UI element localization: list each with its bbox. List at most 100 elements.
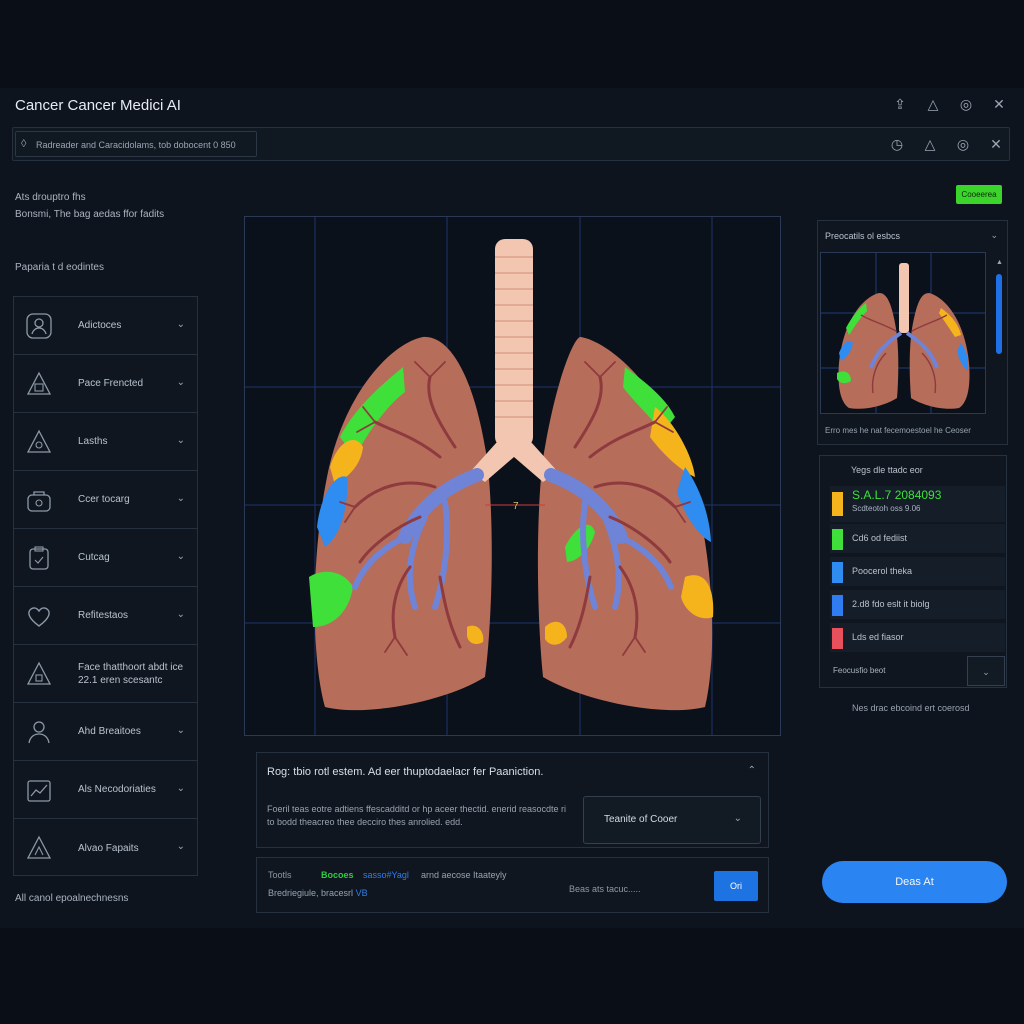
legend-swatch (832, 529, 843, 550)
sidebar-item-label: Alvao Fapaits (78, 842, 139, 854)
legend-swatch (832, 492, 843, 516)
close-icon[interactable]: ✕ (989, 137, 1003, 151)
primary-action-button[interactable]: Deas At (822, 861, 1007, 903)
clipboard-icon (29, 545, 49, 570)
legend-item[interactable]: S.A.L.7 2084093 Scdteotoh oss 9.06 (830, 486, 1005, 522)
toolbar: ◊ Radreader and Caracidolams, tob doboce… (12, 127, 1010, 161)
warning-icon (26, 429, 52, 453)
chevron-down-icon: ⌄ (176, 493, 185, 504)
legend-dropdown[interactable]: ⌄ (967, 656, 1005, 686)
sidebar-item-label: Pace Frencted (78, 378, 144, 389)
legend-footer: Feocusfio beot (833, 666, 886, 675)
warning-icon (26, 371, 52, 395)
image-icon[interactable]: △ (926, 97, 940, 111)
cancer-type-value: Teanite of Cooer (604, 814, 678, 825)
chevron-down-icon: ⌄ (176, 551, 185, 562)
chevron-down-icon: ⌄ (176, 783, 185, 794)
sidebar-item-2[interactable]: Lasths ⌄ (14, 413, 197, 471)
sidebar-item-5[interactable]: Refitestaos ⌄ (14, 587, 197, 645)
sidebar-item-3[interactable]: Ccer tocarg ⌄ (14, 471, 197, 529)
sidebar-item-6[interactable]: Face thatthoort abdt ice 22.1 eren scesan… (14, 645, 197, 703)
viewport-marker: 7 (513, 501, 519, 512)
scroll-up-icon[interactable]: ▲ (996, 259, 1003, 266)
sidebar-item-8[interactable]: Als Necodoriaties ⌄ (14, 761, 197, 819)
tools-status-green: Bocoes (321, 870, 354, 880)
intro-heading: Ats drouptro fhs (15, 192, 86, 203)
sidebar-item-label: Als Necodoriaties (78, 784, 156, 795)
toolbar-icons: ◷ △ ◎ ✕ (890, 137, 1003, 151)
status-badge: Cooeerea (956, 185, 1002, 204)
legend-item[interactable]: Poocerol theka (830, 557, 1005, 586)
sidebar-item-4[interactable]: Cutcag ⌄ (14, 529, 197, 587)
bag-icon (27, 490, 51, 512)
panel-description: Foeril teas eotre adtiens ffescadditd or… (267, 804, 567, 827)
chevron-down-icon: ⌄ (982, 667, 990, 677)
sidebar-item-0[interactable]: Adictoces ⌄ (14, 297, 197, 355)
person-icon (28, 720, 50, 743)
search-text: Radreader and Caracidolams, tob dobocent… (36, 140, 236, 150)
sidebar: Adictoces ⌄ Pace Frencted ⌄ Lasths ⌄ Cce… (13, 296, 198, 876)
tools-label: Tootls (268, 870, 292, 880)
cancer-type-select[interactable]: Teanite of Cooer ⌄ (583, 796, 761, 844)
sidebar-item-label: Ccer tocarg (78, 494, 130, 505)
legend-label: Lds ed fiasor (852, 632, 904, 642)
record-icon[interactable]: ◎ (956, 137, 970, 151)
chevron-down-icon: ⌄ (176, 841, 185, 852)
sidebar-item-7[interactable]: Ahd Breaitoes ⌄ (14, 703, 197, 761)
lung-thumbnail (821, 253, 985, 413)
drop-icon: ◊ (21, 138, 27, 150)
lung-model: 7 (245, 217, 780, 735)
chevron-down-icon: ⌄ (176, 609, 185, 620)
legend-swatch (832, 628, 843, 649)
legend-swatch (832, 562, 843, 583)
chevron-down-icon: ⌄ (176, 377, 185, 388)
legend-label: Poocerol theka (852, 566, 913, 576)
chevron-up-icon[interactable]: ⌃ (748, 765, 756, 776)
close-icon[interactable]: ✕ (992, 97, 1006, 111)
sidebar-footer: All canol epoalnechnesns (15, 893, 129, 904)
app-title: Cancer Cancer Medici AI (15, 97, 181, 114)
chevron-down-icon: ⌄ (176, 435, 185, 446)
legend-value: S.A.L.7 2084093 (852, 488, 942, 502)
sidebar-item-label: Ahd Breaitoes (78, 726, 141, 737)
tools-subtext: Bredriegiule, bracesrl VB (268, 888, 368, 898)
tools-input[interactable]: Beas ats tacuc..... (569, 884, 641, 894)
chevron-down-icon: ⌄ (176, 725, 185, 736)
legend-panel: Yegs dle ttadc eor S.A.L.7 2084093 Scdte… (819, 455, 1007, 688)
image-icon[interactable]: △ (923, 137, 937, 151)
sidebar-item-1[interactable]: Pace Frencted ⌄ (14, 355, 197, 413)
record-icon[interactable]: ◎ (959, 97, 973, 111)
legend-item[interactable]: Lds ed fiasor (830, 623, 1005, 652)
preview-caption: Erro mes he nat fecemoestoel he Ceoser (825, 426, 971, 435)
sidebar-item-9[interactable]: Alvao Fapaits ⌄ (14, 819, 197, 877)
sidebar-item-sublabel: 22.1 eren scesantc (78, 674, 163, 686)
scrollbar-thumb[interactable] (996, 274, 1002, 354)
chevron-down-icon[interactable]: ⌄ (990, 230, 998, 241)
tools-bar: Tootls Bocoes sasso#Yagl arnd aecose Ita… (256, 857, 769, 913)
sidebar-item-label: Adictoces (78, 320, 122, 331)
preview-scrollbar[interactable] (996, 274, 1002, 354)
chart-icon (27, 779, 51, 802)
legend-label: Cd6 od fediist (852, 533, 908, 543)
chevron-down-icon: ⌄ (733, 813, 742, 824)
tools-submit-button[interactable]: Ori (714, 871, 758, 901)
timer-icon[interactable]: ◷ (890, 137, 904, 151)
right-note: Nes drac ebcoind ert coerosd (852, 703, 970, 713)
window-controls: ⇪ △ ◎ ✕ (893, 97, 1006, 111)
tools-link[interactable]: sasso#Yagl (363, 870, 409, 880)
panel-title: Rog: tbio rotl estem. Ad eer thuptodaela… (267, 766, 544, 778)
sidebar-item-label: Cutcag (78, 552, 110, 563)
sidebar-item-label: Refitestaos (78, 610, 129, 621)
search-input[interactable]: ◊ Radreader and Caracidolams, tob doboce… (15, 131, 257, 157)
legend-subvalue: Scdteotoh oss 9.06 (852, 504, 921, 513)
export-icon[interactable]: ⇪ (893, 97, 907, 111)
preview-panel: Preocatils ol esbcs ⌄ ▲ Erro mes he nat … (817, 220, 1008, 445)
legend-item[interactable]: 2.d8 fdo eslt it biolg (830, 590, 1005, 619)
sidebar-heading: Paparia t d eodintes (15, 262, 104, 273)
preview-thumbnail[interactable] (820, 252, 986, 414)
analysis-panel: Rog: tbio rotl estem. Ad eer thuptodaela… (256, 752, 769, 848)
intro-text: Bonsmi, The bag aedas ffor fadits (15, 209, 165, 220)
sidebar-item-label: Face thatthoort abdt ice 22.1 eren scesan… (78, 661, 184, 686)
lung-3d-viewport[interactable]: 7 (244, 216, 781, 736)
legend-item[interactable]: Cd6 od fediist (830, 524, 1005, 553)
